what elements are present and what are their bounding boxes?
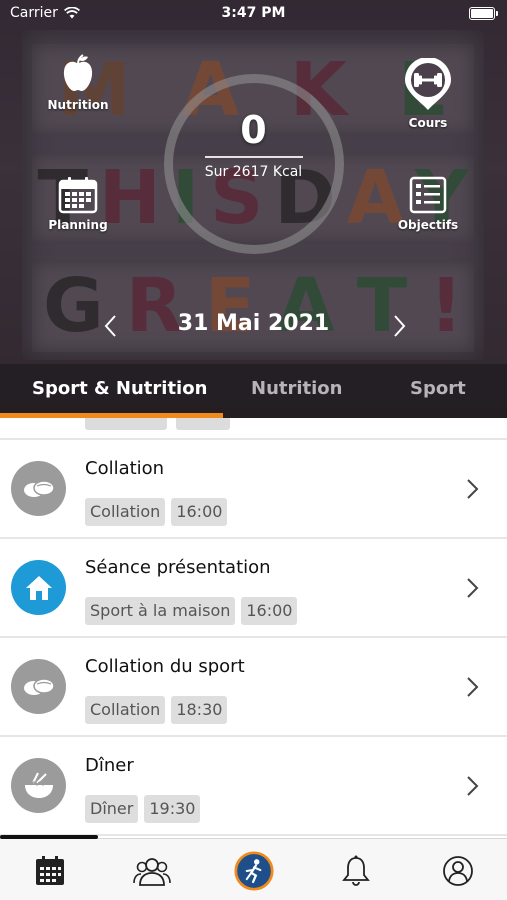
nutrition-button[interactable]: Nutrition: [32, 54, 124, 112]
active-tab-indicator: [0, 413, 223, 418]
item-category-tag: Sport à la maison: [85, 597, 236, 625]
item-category-tag: Collation: [85, 498, 166, 526]
scroll-indicator: [0, 835, 98, 839]
status-bar: Carrier 3:47 PM: [0, 0, 507, 28]
calendar-icon: [58, 177, 98, 214]
item-title: Collation: [85, 458, 165, 479]
apple-icon: [63, 54, 93, 91]
list-item[interactable]: Séance présentation Sport à la maison 16…: [0, 539, 507, 637]
bottom-nav: [0, 838, 507, 900]
nav-sport[interactable]: [234, 851, 274, 891]
kcal-value: 0: [240, 108, 267, 152]
nav-calendar[interactable]: [30, 851, 70, 891]
tab-bar: Sport & Nutrition Nutrition Sport: [0, 364, 507, 418]
chevron-right-icon: [467, 776, 479, 796]
chevron-right-icon: [467, 479, 479, 499]
bell-icon: [342, 855, 370, 886]
objectifs-button[interactable]: Objectifs: [382, 176, 474, 232]
nav-community[interactable]: [132, 851, 172, 891]
hero-header: MAKE THISDAY GREAT! Carrier 3:47 PM: [0, 0, 507, 418]
item-title: Collation du sport: [85, 656, 245, 677]
schedule-list: Collation Collation 16:00 Séance présent…: [0, 418, 507, 838]
snack-icon: [23, 677, 55, 695]
nav-notifications[interactable]: [336, 851, 376, 891]
bowl-icon: [24, 772, 53, 798]
list-item-partial[interactable]: [0, 418, 507, 440]
item-title: Dîner: [85, 755, 134, 776]
users-icon: [133, 858, 171, 886]
dumbbell-pin-icon: [405, 58, 451, 110]
chevron-right-icon[interactable]: [386, 312, 412, 340]
item-time-tag: 16:00: [241, 597, 298, 625]
tab-sport[interactable]: Sport: [410, 378, 466, 399]
planning-label: Planning: [48, 218, 108, 232]
battery-icon: [469, 7, 498, 20]
item-time-tag: 19:30: [144, 795, 201, 823]
item-category-tag: Dîner: [85, 795, 139, 823]
list-item[interactable]: Collation du sport Collation 18:30: [0, 638, 507, 736]
tab-nutrition[interactable]: Nutrition: [251, 378, 343, 399]
snack-icon: [23, 479, 55, 497]
item-category-tag: Collation: [85, 696, 166, 724]
chevron-right-icon: [467, 677, 479, 697]
kcal-divider: [205, 156, 303, 158]
home-icon: [25, 575, 52, 600]
calendar-icon: [36, 856, 64, 885]
status-time: 3:47 PM: [221, 5, 286, 21]
checklist-icon: [409, 176, 447, 214]
date-selector: 31 Mai 2021: [0, 306, 507, 346]
planning-button[interactable]: Planning: [32, 176, 124, 232]
runner-icon: [234, 851, 274, 891]
list-item[interactable]: Collation Collation 16:00: [0, 440, 507, 538]
tab-sport-nutrition[interactable]: Sport & Nutrition: [32, 378, 207, 399]
item-time-tag: 18:30: [171, 696, 228, 724]
objectifs-label: Objectifs: [397, 218, 459, 232]
item-title: Séance présentation: [85, 557, 271, 578]
kcal-target: Sur 2617 Kcal: [204, 164, 303, 180]
chevron-right-icon: [467, 578, 479, 598]
app-screen: MAKE THISDAY GREAT! Carrier 3:47 PM: [0, 0, 507, 900]
nav-profile[interactable]: [438, 851, 478, 891]
profile-icon: [443, 856, 473, 886]
list-item[interactable]: Dîner Dîner 19:30: [0, 737, 507, 835]
item-time-tag: 16:00: [171, 498, 228, 526]
current-date: 31 Mai 2021: [177, 311, 330, 336]
